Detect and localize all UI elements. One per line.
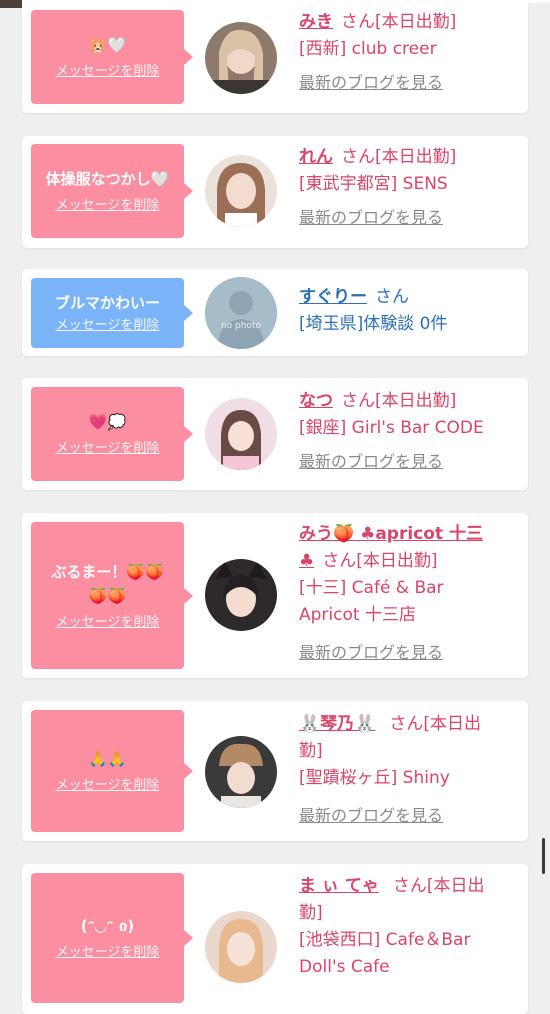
avatar[interactable] [205, 911, 277, 983]
honorific: さん [341, 12, 375, 32]
cast-info: みう🍑 ♣apricot 十三 ♣ さん[本日出勤] [十三] Café & Ba… [299, 521, 524, 666]
cast-name-link-cont[interactable]: ♣ [299, 551, 314, 571]
cast-name-link[interactable]: れん [299, 147, 333, 167]
duty-status-cont: 勤] [299, 903, 323, 923]
cast-name-link[interactable]: みう🍑 ♣apricot 十三 [299, 524, 483, 544]
message-bubble: 🙏🙏 メッセージを削除 [31, 710, 193, 832]
message-text: 🙏🙏 [88, 750, 127, 768]
message-card: 💗💭 メッセージを削除 なつ さん[本日出勤] [銀座] Girl's Bar C… [22, 378, 528, 490]
cast-name-link[interactable]: 🐰琴乃🐰 [299, 714, 375, 734]
message-text: ぶるまー！🍑🍑 [51, 562, 164, 581]
honorific: さん [389, 714, 424, 734]
store-text: [埼玉県]体験談 0件 [299, 314, 448, 334]
cast-name-link[interactable]: みき [299, 12, 333, 32]
store-text: [東武宇都宮] SENS [299, 174, 448, 194]
latest-blog-link[interactable]: 最新のブログを見る [299, 69, 524, 96]
delete-message-link[interactable]: メッセージを削除 [56, 777, 160, 795]
message-card: (ᵔ◡ᵔ ი) メッセージを削除 ま ぃ てゃ さん[本日出 勤] [池袋西口] … [22, 864, 528, 1014]
cast-name-link[interactable]: なつ [299, 391, 333, 411]
duty-status: [本日出 [426, 876, 485, 896]
store-text: [西新] club creer [299, 39, 437, 59]
cast-info: 🐰琴乃🐰 さん[本日出 勤] [聖蹟桜ヶ丘] Shiny 最新のブログを見る [299, 711, 524, 829]
message-bubble: 🐹🤍 メッセージを削除 [31, 10, 193, 104]
latest-blog-link[interactable]: 最新のブログを見る [299, 802, 524, 829]
cast-name-link[interactable]: すぐりー [299, 287, 367, 307]
avatar[interactable] [205, 559, 277, 631]
cast-name-link[interactable]: ま ぃ てゃ [299, 876, 379, 896]
message-card: ぶるまー！🍑🍑 🍑🍑 メッセージを削除 みう🍑 ♣apricot 十三 ♣ さん[… [22, 513, 528, 678]
avatar[interactable] [205, 398, 277, 470]
duty-status: [本日出勤] [356, 551, 438, 571]
message-text: 体操服なつかし🤍 [45, 170, 170, 188]
store-text: [十三] Café & Bar [299, 578, 444, 598]
store-text-cont: Apricot 十三店 [299, 605, 416, 625]
cast-info: れん さん[本日出勤] [東武宇都宮] SENS 最新のブログを見る [299, 144, 524, 231]
message-text-cont: 🍑🍑 [88, 586, 127, 605]
avatar[interactable] [205, 155, 277, 227]
cast-info: すぐりー さん [埼玉県]体験談 0件 [299, 284, 524, 338]
honorific: さん [341, 391, 375, 411]
message-card: 体操服なつかし🤍 メッセージを削除 れん さん[本日出勤] [東武宇都宮] SEN… [22, 136, 528, 248]
store-text: [池袋西口] Cafe＆Bar [299, 930, 471, 950]
message-bubble: 💗💭 メッセージを削除 [31, 387, 193, 481]
message-bubble: ブルマかわいー メッセージを削除 [31, 278, 193, 348]
no-photo-avatar[interactable]: no photo [205, 277, 277, 349]
delete-message-link[interactable]: メッセージを削除 [56, 944, 160, 962]
cast-info: みき さん[本日出勤] [西新] club creer 最新のブログを見る [299, 9, 524, 96]
store-text: [銀座] Girl's Bar CODE [299, 418, 484, 438]
latest-blog-link[interactable]: 最新のブログを見る [299, 448, 524, 475]
message-bubble: (ᵔ◡ᵔ ი) メッセージを削除 [31, 873, 193, 1003]
latest-blog-link[interactable]: 最新のブログを見る [299, 204, 524, 231]
delete-message-link[interactable]: メッセージを削除 [56, 63, 160, 81]
message-bubble: ぶるまー！🍑🍑 🍑🍑 メッセージを削除 [31, 522, 193, 669]
avatar[interactable] [205, 22, 277, 94]
delete-message-link[interactable]: メッセージを削除 [56, 317, 160, 335]
delete-message-link[interactable]: メッセージを削除 [56, 614, 160, 632]
avatar[interactable] [205, 736, 277, 808]
latest-blog-link[interactable]: 最新のブログを見る [299, 639, 524, 666]
duty-status: [本日出勤] [375, 391, 457, 411]
message-card: ブルマかわいー メッセージを削除 no photo すぐりー さん [埼玉県]体験… [22, 269, 528, 356]
message-text: 🐹🤍 [88, 36, 127, 54]
message-card: 🙏🙏 メッセージを削除 🐰琴乃🐰 さん[本日出 勤] [聖蹟桜ヶ丘] Shiny … [22, 701, 528, 841]
delete-message-link[interactable]: メッセージを削除 [56, 197, 160, 215]
honorific: さん [322, 551, 357, 571]
store-text: [聖蹟桜ヶ丘] Shiny [299, 768, 450, 788]
cast-info: ま ぃ てゃ さん[本日出 勤] [池袋西口] Cafe＆Bar Doll's C… [299, 873, 524, 981]
message-card: 🐹🤍 メッセージを削除 みき さん[本日出勤] [西新] club creer 最… [22, 0, 528, 113]
store-text-cont: Doll's Cafe [299, 957, 390, 977]
cast-info: なつ さん[本日出勤] [銀座] Girl's Bar CODE 最新のブログを見… [299, 388, 524, 475]
duty-status-cont: 勤] [299, 741, 323, 761]
honorific: さん [341, 147, 375, 167]
duty-status: [本日出勤] [375, 12, 457, 32]
delete-message-link[interactable]: メッセージを削除 [56, 440, 160, 458]
no-photo-label: no photo [220, 321, 262, 331]
message-text: ブルマかわいー [54, 294, 160, 312]
duty-status: [本日出勤] [375, 147, 457, 167]
duty-status: [本日出 [423, 714, 481, 734]
message-text: (ᵔ◡ᵔ ი) [80, 917, 135, 935]
honorific: さん [375, 287, 409, 307]
page-scrollbar[interactable] [542, 838, 545, 874]
message-text: 💗💭 [88, 413, 127, 431]
honorific: さん [392, 876, 427, 896]
message-bubble: 体操服なつかし🤍 メッセージを削除 [31, 144, 193, 238]
